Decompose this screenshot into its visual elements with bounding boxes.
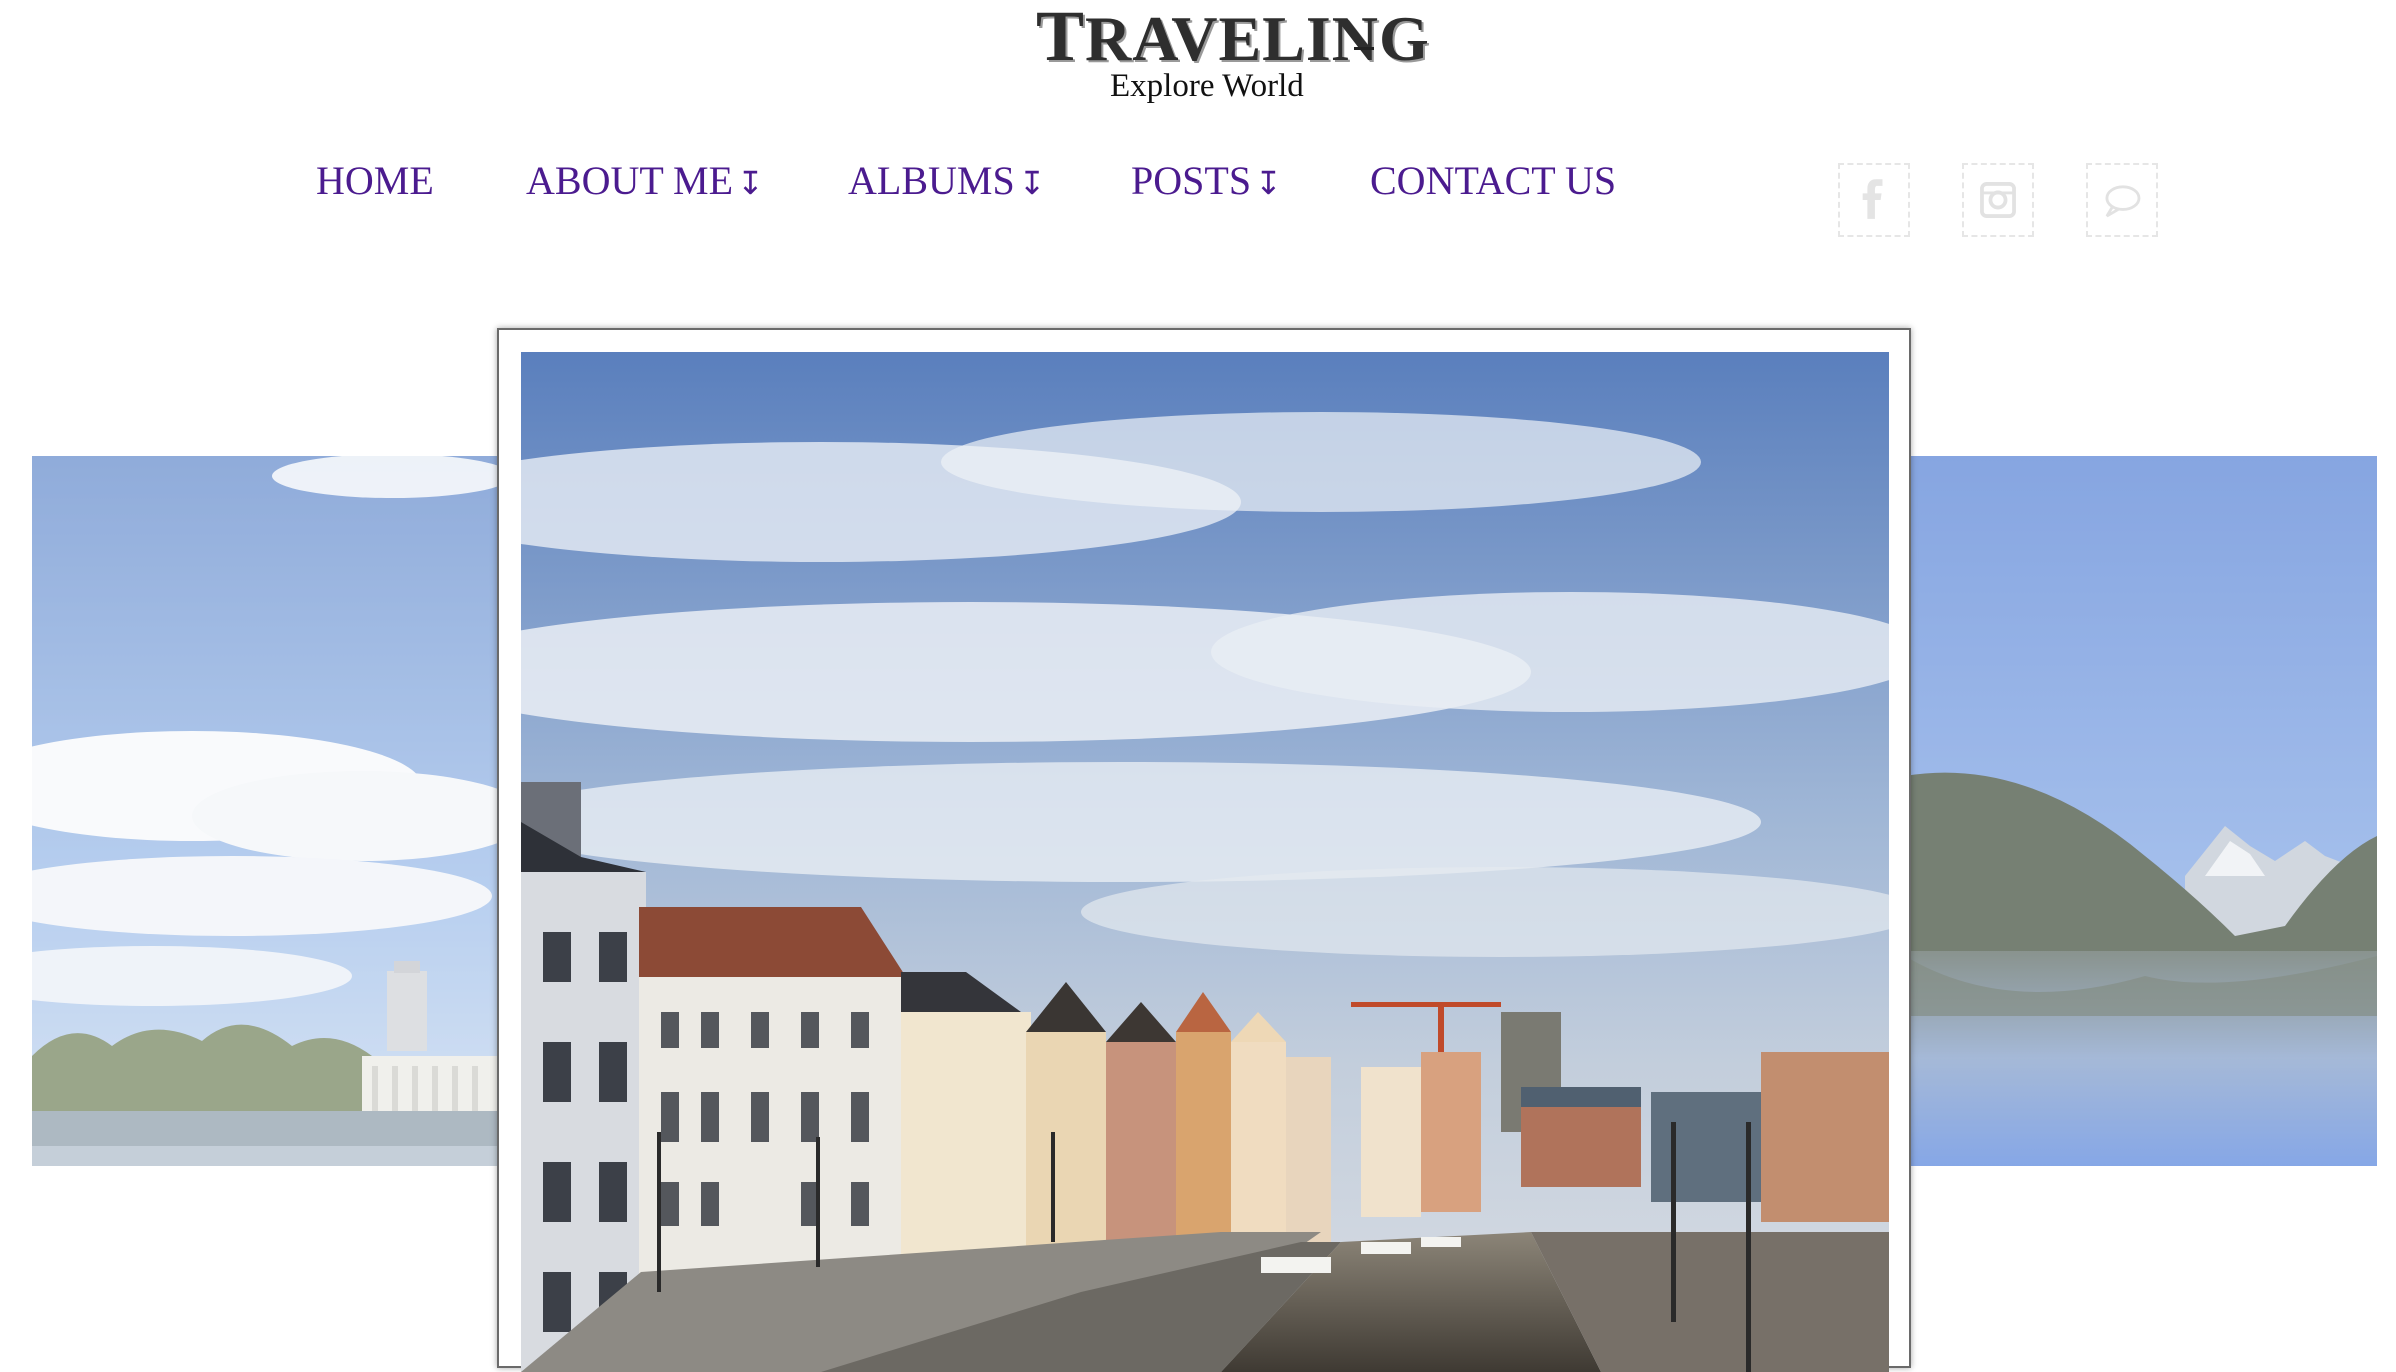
- dropdown-arrow-icon: ↧: [1255, 164, 1282, 202]
- nav-home-label: HOME: [316, 158, 434, 203]
- nav-home[interactable]: HOME: [316, 154, 434, 208]
- site-title: TRAVELING: [1036, 0, 1430, 76]
- nav-contact-us[interactable]: CONTACT US: [1370, 154, 1616, 208]
- logo-dash: [1354, 47, 1374, 50]
- canal-city-photo: [521, 352, 1889, 1372]
- chat-button[interactable]: [2086, 163, 2158, 237]
- nav-albums[interactable]: ALBUMS ↧: [848, 154, 1046, 210]
- instagram-icon: [1980, 182, 2016, 218]
- site-subtitle: Explore World: [1110, 68, 1304, 104]
- facebook-button[interactable]: [1838, 163, 1910, 237]
- site-logo[interactable]: TRAVELING Explore World: [1036, 4, 1429, 104]
- dropdown-arrow-icon: ↧: [737, 164, 764, 202]
- main-slide-image: [521, 352, 1889, 1372]
- slide-previous[interactable]: [32, 456, 502, 1166]
- mountain-lake-photo: [1905, 456, 2377, 1166]
- instagram-button[interactable]: [1962, 163, 2034, 237]
- slide-active[interactable]: [497, 328, 1911, 1372]
- lake-city-photo: [32, 456, 502, 1166]
- dropdown-arrow-icon: ↧: [1018, 164, 1046, 202]
- nav-albums-label: ALBUMS: [848, 158, 1015, 203]
- nav-about-me[interactable]: ABOUT ME ↧: [526, 154, 764, 210]
- chat-icon: [2105, 185, 2141, 218]
- slide-next[interactable]: [1905, 456, 2377, 1166]
- facebook-icon: [1862, 179, 1883, 219]
- nav-contact-us-label: CONTACT US: [1370, 158, 1617, 203]
- nav-about-me-label: ABOUT ME: [526, 158, 734, 203]
- nav-posts[interactable]: POSTS ↧: [1131, 154, 1282, 210]
- nav-posts-label: POSTS: [1131, 158, 1252, 203]
